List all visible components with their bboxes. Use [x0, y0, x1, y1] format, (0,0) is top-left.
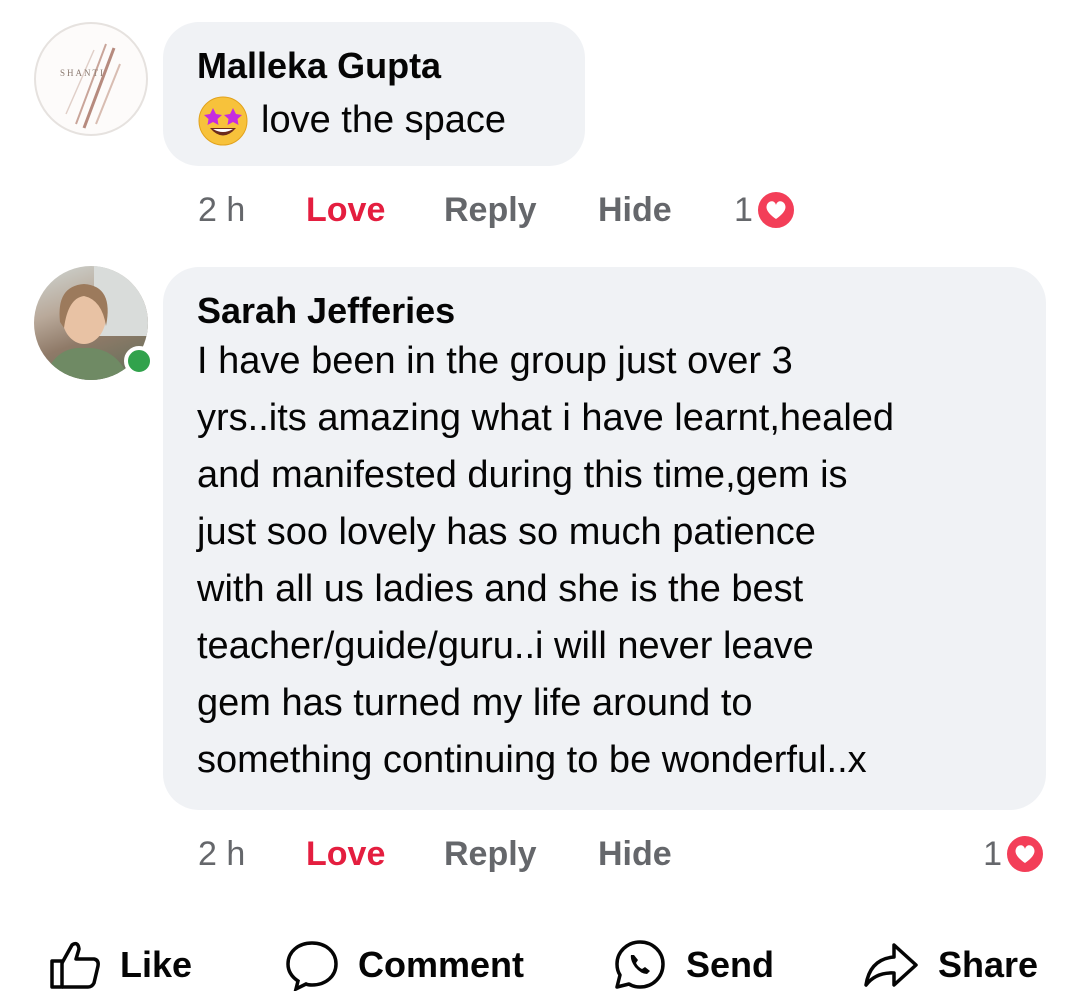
- love-button[interactable]: Love: [306, 835, 444, 874]
- avatar-sarah-jefferies[interactable]: [34, 266, 154, 380]
- reaction-count[interactable]: 1: [983, 835, 1002, 874]
- like-button[interactable]: Like: [48, 939, 192, 991]
- comment-time[interactable]: 2 h: [198, 191, 306, 230]
- reaction-count[interactable]: 1: [734, 191, 753, 230]
- share-arrow-icon: [862, 939, 920, 991]
- brush-logo-icon: [65, 43, 121, 129]
- hide-button[interactable]: Hide: [598, 191, 734, 230]
- reply-button[interactable]: Reply: [444, 191, 598, 230]
- comment-bubble[interactable]: Malleka Gupta love the space: [163, 22, 585, 166]
- comment-text: I have been in the group just over 3 yrs…: [197, 340, 895, 781]
- comment-bubble[interactable]: Sarah Jefferies I have been in the group…: [163, 267, 1046, 810]
- reply-button[interactable]: Reply: [444, 835, 598, 874]
- post-action-bar: Like Comment Send Share: [0, 925, 1080, 1005]
- avatar-malleka-gupta[interactable]: SHANTI: [34, 22, 148, 136]
- love-button[interactable]: Love: [306, 191, 444, 230]
- comment-time[interactable]: 2 h: [198, 835, 306, 874]
- send-button[interactable]: Send: [612, 938, 774, 992]
- whatsapp-icon: [612, 938, 668, 992]
- comment-bubble-icon: [284, 939, 340, 991]
- like-label: Like: [120, 944, 193, 985]
- share-button[interactable]: Share: [862, 939, 1038, 991]
- share-label: Share: [938, 944, 1039, 985]
- hide-button[interactable]: Hide: [598, 835, 734, 874]
- comment-label: Comment: [358, 944, 525, 985]
- send-label: Send: [686, 944, 775, 985]
- comment-text: love the space: [261, 99, 507, 141]
- heart-icon[interactable]: [1004, 833, 1046, 875]
- avatar-logo-text: SHANTI: [60, 68, 105, 78]
- like-thumb-icon: [48, 939, 102, 991]
- comment-meta: 2 h Love Reply Hide 1: [198, 186, 797, 234]
- heart-icon[interactable]: [754, 189, 797, 231]
- online-status-indicator: [124, 346, 154, 376]
- comment-meta: 2 h Love Reply Hide 1: [198, 830, 1046, 878]
- comment-button[interactable]: Comment: [284, 939, 524, 991]
- comment-author[interactable]: Malleka Gupta: [197, 44, 551, 88]
- star-struck-emoji-icon: [197, 95, 249, 147]
- comment-author[interactable]: Sarah Jefferies: [197, 289, 1012, 333]
